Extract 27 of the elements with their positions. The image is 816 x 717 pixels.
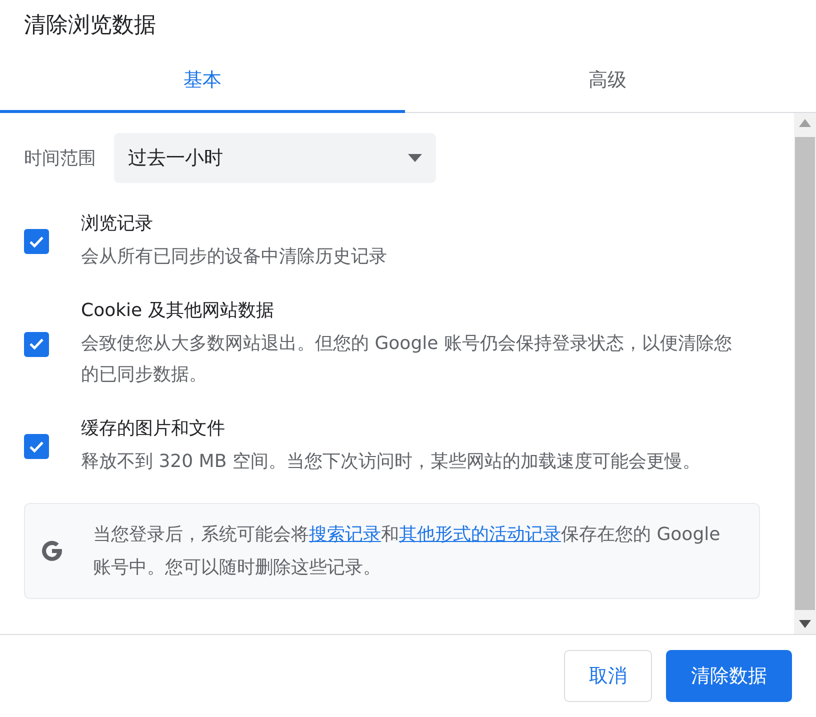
tab[interactable]: 高级 (405, 50, 810, 113)
checkbox[interactable] (24, 332, 49, 356)
link[interactable]: 其他形式的活动记录 (399, 524, 561, 545)
time-range-label: 时间范围 (24, 147, 96, 170)
time-range-dropdown[interactable]: 过去一小时 (114, 133, 436, 183)
clear-data-button[interactable]: 清除数据 (666, 650, 792, 702)
checkmark-icon (29, 236, 44, 248)
tab[interactable]: 基本 (0, 50, 405, 113)
option-description: 会从所有已同步的设备中清除历史记录 (81, 245, 387, 269)
option-title: 缓存的图片和文件 (81, 417, 226, 441)
option-description: 释放不到 320 MB 空间。当您下次访问时，某些网站的加载速度可能会更慢。 (81, 450, 700, 474)
link[interactable]: 搜索记录 (309, 524, 381, 545)
option-title: 浏览记录 (81, 212, 154, 236)
scroll-up-icon[interactable] (799, 119, 811, 127)
scroll-down-icon[interactable] (799, 620, 811, 628)
info-text: 当您登录后，系统可能会将搜索记录和其他形式的活动记录保存在您的 Google 账号中。您可以随时删除这些记录。 (93, 523, 722, 580)
option-description: 会致使您从大多数网站退出。但您的 Google 账号仍会保持登录状态，以便清除您的已同步数据。 (81, 332, 733, 387)
checkbox[interactable] (24, 229, 49, 254)
option-title: Cookie 及其他网站数据 (81, 299, 275, 323)
caret-icon (408, 154, 422, 162)
checkmark-icon (29, 338, 44, 350)
checkmark-icon (29, 440, 44, 452)
google-g-icon (39, 538, 65, 564)
scrollbar[interactable] (794, 113, 816, 634)
checkbox[interactable] (24, 434, 49, 459)
dialog-title: 清除浏览数据 (23, 12, 157, 40)
cancel-button[interactable]: 取消 (564, 650, 652, 702)
